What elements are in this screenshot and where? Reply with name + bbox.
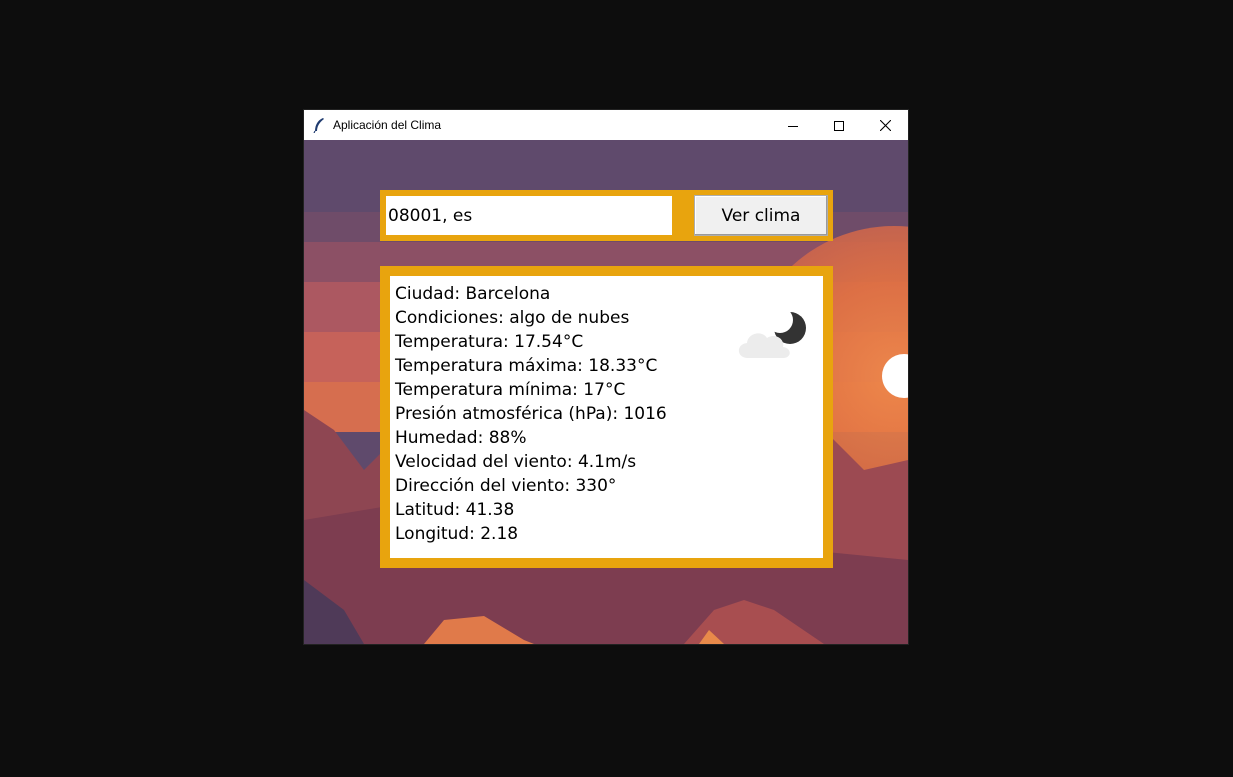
- close-icon: [879, 116, 891, 135]
- app-window: Aplicación del Clima 08001, es Ver clima…: [304, 110, 908, 644]
- location-input[interactable]: [386, 196, 672, 235]
- latitude-line: Latitud: 41.38: [395, 500, 515, 520]
- minimize-button[interactable]: [770, 110, 816, 140]
- pressure-line: Presión atmosférica (hPa): 1016: [395, 404, 667, 424]
- feather-icon: [304, 110, 334, 140]
- partly-cloudy-night-icon: [738, 307, 806, 358]
- wind-speed-line: Velocidad del viento: 4.1m/s: [395, 452, 637, 472]
- city-line: Ciudad: Barcelona: [395, 284, 551, 304]
- max-temperature-line: Temperatura máxima: 18.33°C: [395, 356, 658, 376]
- min-temperature-line: Temperatura mínima: 17°C: [395, 380, 626, 400]
- search-frame: Ver clima: [380, 190, 833, 241]
- minimize-icon: [788, 116, 798, 135]
- window-content: Ver clima Ciudad: Barcelona Condiciones:…: [304, 140, 908, 644]
- wind-direction-line: Dirección del viento: 330°: [395, 476, 617, 496]
- conditions-line: Condiciones: algo de nubes: [395, 308, 630, 328]
- weather-info-panel: Ciudad: Barcelona Condiciones: algo de n…: [390, 276, 823, 558]
- maximize-icon: [834, 116, 844, 135]
- ver-clima-button[interactable]: Ver clima: [694, 195, 828, 236]
- weather-info-frame: Ciudad: Barcelona Condiciones: algo de n…: [380, 266, 833, 568]
- temperature-line: Temperatura: 17.54°C: [395, 332, 584, 352]
- title-bar[interactable]: Aplicación del Clima: [304, 110, 908, 140]
- weather-details: Ciudad: Barcelona Condiciones: algo de n…: [395, 282, 667, 546]
- humidity-line: Humedad: 88%: [395, 428, 527, 448]
- close-button[interactable]: [862, 110, 908, 140]
- longitude-line: Longitud: 2.18: [395, 524, 519, 544]
- window-title: Aplicación del Clima: [333, 118, 442, 132]
- maximize-button[interactable]: [816, 110, 862, 140]
